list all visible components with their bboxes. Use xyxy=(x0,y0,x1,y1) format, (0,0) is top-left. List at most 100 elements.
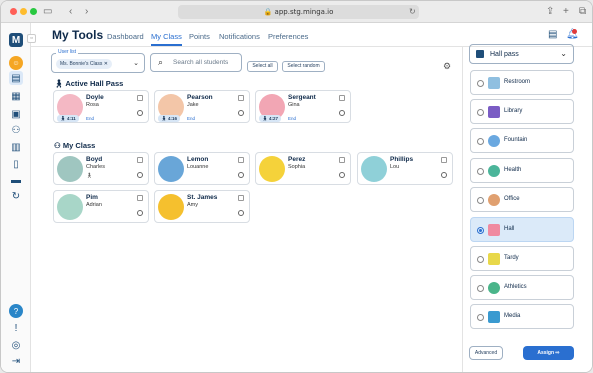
tab-my-class[interactable]: My Class xyxy=(151,32,182,46)
forward-icon[interactable]: › xyxy=(85,5,88,19)
logout-icon[interactable]: ⇥ xyxy=(9,354,23,368)
help-icon[interactable]: ? xyxy=(9,304,23,318)
select-checkbox[interactable] xyxy=(137,195,143,201)
clipboard-icon[interactable]: ▯ xyxy=(9,157,23,171)
minga-switch-icon[interactable]: ◎ xyxy=(9,338,23,352)
end-pass-link[interactable]: End xyxy=(288,116,296,121)
new-tab-icon[interactable]: + xyxy=(563,5,569,19)
settings-gear-icon[interactable]: ⚙ xyxy=(443,61,451,72)
chevron-down-icon[interactable]: ⌄ xyxy=(133,59,139,67)
radio-button[interactable] xyxy=(477,109,484,116)
share-icon[interactable]: ⇪ xyxy=(546,5,554,19)
pass-icon[interactable]: ▬ xyxy=(9,173,23,187)
radio-button[interactable] xyxy=(477,168,484,175)
student-card[interactable]: Sergeant Gina 🚶︎ 4:27 End xyxy=(255,90,351,123)
zoom-window-button[interactable] xyxy=(30,8,37,15)
pass-option-restroom[interactable]: Restroom xyxy=(470,70,574,95)
person-icon xyxy=(137,210,143,216)
select-checkbox[interactable] xyxy=(137,157,143,163)
student-card[interactable]: Perez Sophia xyxy=(255,152,351,185)
student-first-name: Lou xyxy=(390,164,400,170)
pass-label: Athletics xyxy=(504,284,527,290)
radio-button[interactable] xyxy=(477,80,484,87)
back-icon[interactable]: ‹ xyxy=(69,5,72,19)
close-window-button[interactable] xyxy=(10,8,17,15)
library-icon xyxy=(488,106,500,118)
walking-person-icon: 🚶︎ xyxy=(86,173,93,179)
hall-pass-icon[interactable]: ▦ xyxy=(9,89,23,103)
search-input[interactable]: ⌕ Search all students xyxy=(150,53,242,72)
reload-icon[interactable]: ↻ xyxy=(409,5,416,19)
select-random-button[interactable]: Select random xyxy=(282,61,325,72)
pass-label: Health xyxy=(504,167,522,173)
collapse-nav-icon[interactable]: ▫ xyxy=(27,34,36,43)
radio-button[interactable] xyxy=(477,227,484,234)
minga-logo-icon[interactable]: M xyxy=(9,33,23,47)
hall-icon xyxy=(488,224,500,236)
select-checkbox[interactable] xyxy=(137,95,143,101)
select-checkbox[interactable] xyxy=(238,157,244,163)
pass-option-office[interactable]: Office xyxy=(470,187,574,212)
refresh-icon[interactable]: ↻ xyxy=(9,189,23,203)
student-card[interactable]: Phillips Lou xyxy=(357,152,453,185)
calendar-icon[interactable]: ▣ xyxy=(9,107,23,121)
pass-option-hall[interactable]: Hall xyxy=(470,217,574,242)
sidebar-toggle-icon[interactable]: ▭ xyxy=(43,5,52,19)
pass-option-fountain[interactable]: Fountain xyxy=(470,128,574,153)
user-list-chip[interactable]: Ms. Bonnie's Class ✕ xyxy=(56,59,112,69)
fountain-icon xyxy=(488,135,500,147)
pass-type-value: Hall pass xyxy=(490,51,519,58)
radio-button[interactable] xyxy=(477,197,484,204)
my-tools-icon[interactable]: ▤ xyxy=(9,71,23,85)
close-icon[interactable]: ✕ xyxy=(104,61,108,67)
radio-button[interactable] xyxy=(477,285,484,292)
id-card-icon[interactable]: ▥ xyxy=(9,140,23,154)
student-card[interactable]: Boyd Charles 🚶︎ xyxy=(53,152,149,185)
radio-button[interactable] xyxy=(477,256,484,263)
avatar[interactable]: ☺ xyxy=(9,56,23,70)
student-card[interactable]: Lemon Louanne xyxy=(154,152,250,185)
student-card[interactable]: Pim Adrian xyxy=(53,190,149,223)
assign-button[interactable]: Assign ⇨ xyxy=(523,346,574,360)
people-icon[interactable]: ⚇ xyxy=(9,123,23,137)
select-checkbox[interactable] xyxy=(339,95,345,101)
tab-points[interactable]: Points xyxy=(189,32,210,41)
feedback-icon[interactable]: ! xyxy=(9,321,23,335)
chevron-down-icon[interactable]: ⌄ xyxy=(560,49,567,58)
pass-option-tardy[interactable]: Tardy xyxy=(470,246,574,271)
athletics-icon xyxy=(488,282,500,294)
end-pass-link[interactable]: End xyxy=(187,116,195,121)
student-last-name: Pim xyxy=(86,194,98,201)
radio-button[interactable] xyxy=(477,314,484,321)
restroom-icon xyxy=(488,77,500,89)
messages-icon[interactable]: ▤ xyxy=(548,29,557,40)
student-card[interactable]: St. James Amy xyxy=(154,190,250,223)
tab-preferences[interactable]: Preferences xyxy=(268,32,308,41)
pass-option-library[interactable]: Library xyxy=(470,99,574,124)
active-hall-pass-heading: 🚶︎ Active Hall Pass xyxy=(54,79,124,88)
pass-option-health[interactable]: Health xyxy=(470,158,574,183)
radio-button[interactable] xyxy=(477,138,484,145)
select-checkbox[interactable] xyxy=(441,157,447,163)
tab-dashboard[interactable]: Dashboard xyxy=(107,32,144,41)
pass-type-select[interactable]: Hall pass ⌄ xyxy=(469,44,574,64)
pass-option-media[interactable]: Media xyxy=(470,304,574,329)
office-icon xyxy=(488,194,500,206)
select-checkbox[interactable] xyxy=(339,157,345,163)
notification-badge xyxy=(572,29,577,34)
user-list-select[interactable]: User list Ms. Bonnie's Class ✕ ⌄ xyxy=(51,49,145,73)
tabs-overview-icon[interactable]: ⧉ xyxy=(579,5,586,19)
end-pass-link[interactable]: End xyxy=(86,116,94,121)
tab-notifications[interactable]: Notifications xyxy=(219,32,260,41)
select-checkbox[interactable] xyxy=(238,195,244,201)
select-checkbox[interactable] xyxy=(238,95,244,101)
address-bar[interactable]: 🔒 app.stg.minga.io xyxy=(178,5,419,19)
left-nav-rail: M ☺ ▤ ▦ ▣ ⚇ ▥ ▯ ▬ ↻ ? ! ◎ ⇥ xyxy=(1,23,31,372)
student-card[interactable]: Doyle Rosa 🚶︎ 4:11 End xyxy=(53,90,149,123)
advanced-button[interactable]: Advanced xyxy=(469,346,503,360)
student-card[interactable]: Pearson Jake 🚶︎ 4:16 End xyxy=(154,90,250,123)
minimize-window-button[interactable] xyxy=(20,8,27,15)
pass-option-athletics[interactable]: Athletics xyxy=(470,275,574,300)
select-all-button[interactable]: Select all xyxy=(247,61,278,72)
pass-label: Hall xyxy=(504,226,515,232)
